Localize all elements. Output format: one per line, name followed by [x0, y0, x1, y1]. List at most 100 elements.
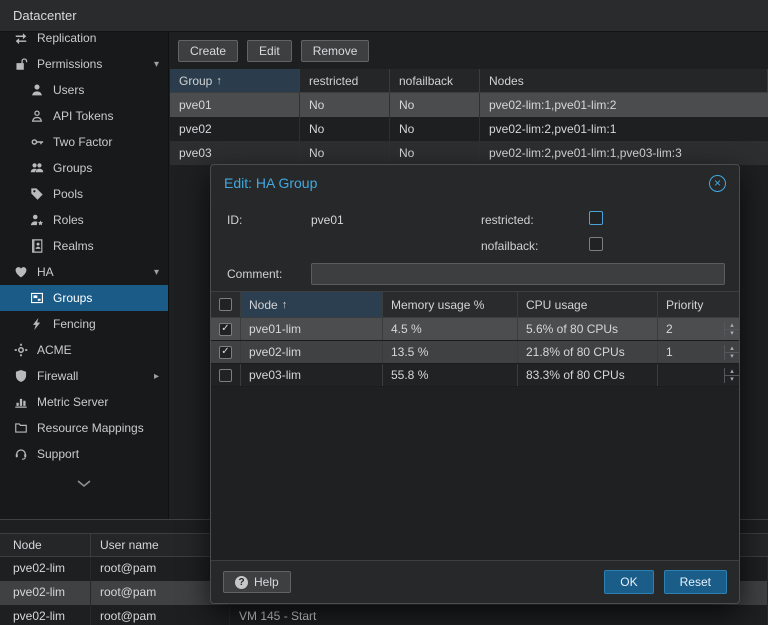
sidebar-item-acme[interactable]: ACME: [0, 337, 168, 363]
column-header-cpu[interactable]: CPU usage: [518, 292, 658, 318]
page-title: Datacenter: [13, 8, 77, 23]
sidebar-item-label: Support: [37, 447, 80, 461]
sidebar-item-two-factor[interactable]: Two Factor: [0, 129, 168, 155]
row-checkbox-cell: [211, 318, 241, 340]
node-row[interactable]: pve01-lim 4.5 % 5.6% of 80 CPUs 2 ▴▾: [211, 318, 739, 341]
spinner-up-icon[interactable]: ▴: [725, 322, 739, 330]
chevron-down-icon[interactable]: ▾: [154, 59, 159, 70]
column-header-priority[interactable]: Priority: [658, 292, 739, 318]
sidebar-item-ha-groups[interactable]: Groups: [0, 285, 168, 311]
node-row[interactable]: pve02-lim 13.5 % 21.8% of 80 CPUs 1 ▴▾: [211, 341, 739, 364]
node-checkbox[interactable]: [219, 345, 232, 359]
sidebar-item-roles[interactable]: Roles: [0, 207, 168, 233]
ok-button[interactable]: OK: [604, 570, 654, 594]
cell-group: pve02: [170, 117, 300, 141]
reset-button[interactable]: Reset: [663, 570, 727, 594]
sidebar-item-pools[interactable]: Pools: [0, 181, 168, 207]
cell-memory: 13.5 %: [383, 341, 518, 363]
sidebar-item-ha[interactable]: HA ▾: [0, 259, 168, 285]
restricted-checkbox[interactable]: [589, 211, 603, 225]
sidebar-item-replication[interactable]: Replication: [0, 32, 168, 51]
sidebar-scroll-indicator[interactable]: [0, 477, 168, 491]
id-value: pve01: [311, 213, 344, 227]
sidebar-item-label: Replication: [37, 32, 97, 45]
user-outline-icon: [29, 109, 44, 123]
cell-node: pve02-lim: [0, 581, 91, 605]
spinner-up-icon[interactable]: ▴: [725, 345, 739, 353]
cell-cpu: 21.8% of 80 CPUs: [518, 341, 658, 363]
sidebar-item-support[interactable]: Support: [0, 441, 168, 467]
node-checkbox[interactable]: [219, 368, 232, 382]
sidebar: Replication Permissions ▾ Users API Toke…: [0, 32, 169, 519]
sidebar-item-fencing[interactable]: Fencing: [0, 311, 168, 337]
sidebar-item-api-tokens[interactable]: API Tokens: [0, 103, 168, 129]
column-header-node[interactable]: Node ↑: [241, 292, 383, 318]
edit-ha-group-dialog: Edit: HA Group × ID: pve01 restricted: n…: [210, 164, 740, 604]
cell-cpu: 5.6% of 80 CPUs: [518, 318, 658, 340]
priority-spinner: ▴ ▾: [724, 367, 739, 383]
table-row[interactable]: pve01 No No pve02-lim:1,pve01-lim:2: [170, 93, 768, 117]
close-icon[interactable]: ×: [709, 174, 726, 192]
cell-user: root@pam: [91, 605, 230, 625]
cell-priority: ▴ ▾: [658, 364, 739, 386]
sidebar-item-realms[interactable]: Realms: [0, 233, 168, 259]
table-row[interactable]: pve03 No No pve02-lim:2,pve01-lim:1,pve0…: [170, 141, 768, 165]
sidebar-item-users[interactable]: Users: [0, 77, 168, 103]
create-button[interactable]: Create: [178, 40, 239, 62]
remove-button[interactable]: Remove: [300, 40, 370, 62]
row-checkbox-cell: [211, 341, 241, 363]
nofailback-checkbox[interactable]: [589, 237, 603, 251]
folder-icon: [13, 421, 28, 435]
cell-node: pve03-lim: [241, 364, 383, 386]
node-row[interactable]: pve03-lim 55.8 % 83.3% of 80 CPUs ▴ ▾: [211, 364, 739, 387]
cell-group: pve01: [170, 93, 300, 117]
cell-priority: 2 ▴ ▾: [658, 318, 739, 340]
spinner-down-icon[interactable]: ▾: [725, 353, 739, 360]
column-header-memory[interactable]: Memory usage %: [383, 292, 518, 318]
user-icon: [29, 83, 44, 97]
sidebar-item-label: Resource Mappings: [37, 421, 144, 435]
sidebar-item-metric-server[interactable]: Metric Server: [0, 389, 168, 415]
sidebar-item-label: Metric Server: [37, 395, 109, 409]
shield-icon: [13, 369, 28, 383]
edit-button[interactable]: Edit: [247, 40, 292, 62]
priority-value[interactable]: 1: [658, 345, 720, 359]
table-header-row: Group ↑ restricted nofailback Nodes: [170, 69, 768, 93]
sidebar-item-label: API Tokens: [53, 109, 114, 123]
spinner-down-icon[interactable]: ▾: [725, 330, 739, 337]
bolt-icon: [29, 317, 44, 331]
priority-value[interactable]: 2: [658, 322, 720, 336]
tag-icon: [29, 187, 44, 201]
select-all-checkbox[interactable]: [219, 298, 232, 311]
cell-nofailback: No: [390, 117, 480, 141]
dialog-footer: ? Help OK Reset: [211, 561, 739, 603]
sidebar-item-firewall[interactable]: Firewall ▸: [0, 363, 168, 389]
sidebar-item-groups[interactable]: Groups: [0, 155, 168, 181]
dialog-title-bar[interactable]: Edit: HA Group ×: [211, 165, 739, 201]
sidebar-item-label: Permissions: [37, 57, 103, 71]
ha-groups-table: Group ↑ restricted nofailback Nodes pve0…: [170, 69, 768, 165]
help-button[interactable]: ? Help: [223, 571, 291, 593]
column-header-nofailback[interactable]: nofailback: [390, 69, 480, 93]
comment-label: Comment:: [227, 267, 283, 281]
cell-nodes: pve02-lim:1,pve01-lim:2: [489, 98, 617, 112]
cell-node: pve02-lim: [0, 605, 91, 625]
node-checkbox[interactable]: [219, 322, 232, 336]
column-header-group[interactable]: Group ↑: [170, 69, 300, 93]
task-log-row[interactable]: pve02-lim root@pam VM 145 - Start: [0, 605, 768, 625]
column-header-restricted[interactable]: restricted: [300, 69, 390, 93]
sidebar-item-resource-mappings[interactable]: Resource Mappings: [0, 415, 168, 441]
sidebar-item-label: Roles: [53, 213, 84, 227]
column-header-node[interactable]: Node: [0, 534, 91, 556]
sidebar-item-label: Two Factor: [53, 135, 113, 149]
sidebar-item-label: Fencing: [53, 317, 96, 331]
chevron-down-icon[interactable]: ▾: [154, 267, 159, 278]
nofailback-label: nofailback:: [481, 239, 539, 253]
column-header-nodes[interactable]: Nodes: [480, 69, 768, 93]
table-row[interactable]: pve02 No No pve02-lim:2,pve01-lim:1: [170, 117, 768, 141]
chevron-right-icon[interactable]: ▸: [154, 371, 159, 382]
sidebar-item-permissions[interactable]: Permissions ▾: [0, 51, 168, 77]
spinner-up-icon[interactable]: ▴: [725, 368, 739, 376]
spinner-down-icon[interactable]: ▾: [725, 376, 739, 383]
comment-input[interactable]: [311, 263, 725, 285]
